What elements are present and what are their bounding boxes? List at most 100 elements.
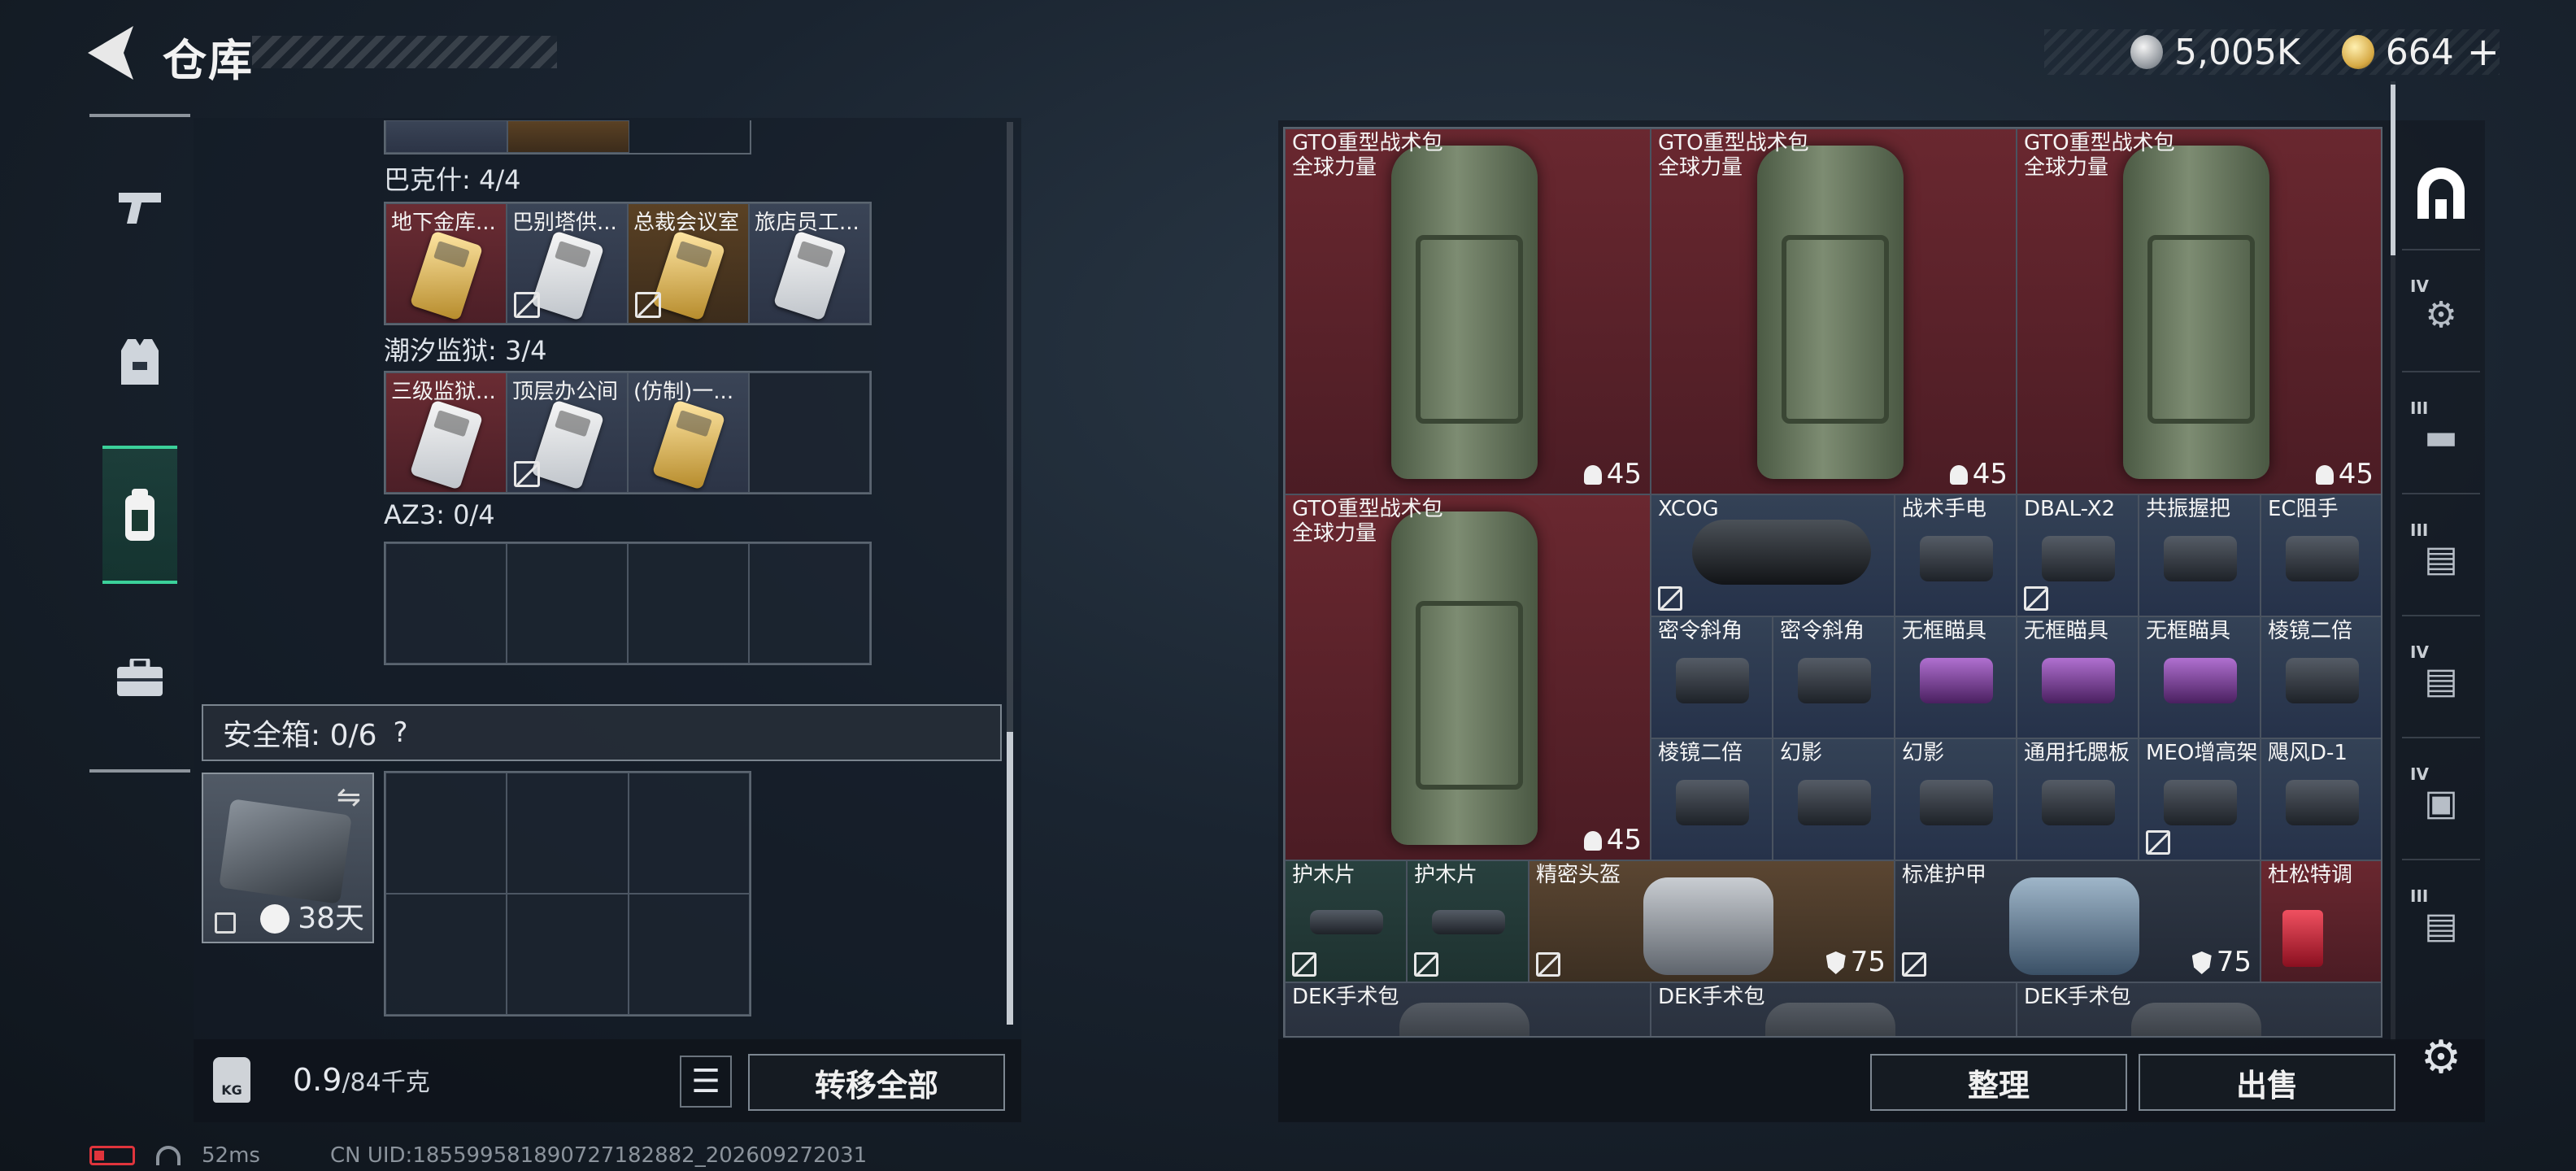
keycard-image: [409, 230, 484, 321]
item-capacity: 45: [1949, 458, 2008, 490]
stash-item[interactable]: 幻影: [1773, 738, 1895, 860]
stash-item-armor[interactable]: 标准护甲 75: [1895, 860, 2261, 982]
stash-item[interactable]: 无框瞄具: [2017, 616, 2139, 738]
stash-item-helmet[interactable]: 精密头盔 75: [1529, 860, 1895, 982]
empty-keycard-slot[interactable]: [385, 543, 507, 664]
title-decoration: [252, 36, 557, 68]
stash-scrollbar-thumb[interactable]: [2391, 85, 2395, 255]
category-tier-button[interactable]: IV ▤: [2402, 625, 2480, 738]
stash-item[interactable]: 密令斜角: [1651, 616, 1773, 738]
left-scrollbar-thumb[interactable]: [1007, 732, 1013, 1025]
item-capacity: 45: [2315, 458, 2374, 490]
keycard-slot[interactable]: 三级监狱...: [385, 372, 507, 493]
swap-icon[interactable]: ⇋: [337, 781, 361, 814]
keycard-slot[interactable]: 旅店员工...: [749, 203, 870, 324]
category-tier-button[interactable]: III ▤: [2402, 868, 2480, 982]
item-name: DEK手术包: [2024, 985, 2131, 1009]
stash-item[interactable]: 飓风D-1: [2261, 738, 2381, 860]
sell-button[interactable]: 出售: [2139, 1054, 2395, 1111]
empty-keycard-slot[interactable]: [628, 543, 749, 664]
item-image: [2286, 536, 2359, 581]
stash-item[interactable]: DBAL-X2: [2017, 494, 2139, 616]
category-tier-button[interactable]: III ▤: [2402, 503, 2480, 616]
list-icon: ☰: [691, 1063, 720, 1100]
backpack-category-button[interactable]: [102, 446, 177, 584]
category-all-button[interactable]: [2402, 137, 2480, 250]
safe-slot[interactable]: [628, 894, 750, 1015]
help-icon[interactable]: ?: [394, 716, 408, 749]
unbound-icon: [1292, 952, 1316, 977]
battery-icon: [89, 1146, 135, 1165]
item-durability: 75: [1825, 946, 1886, 978]
stash-item[interactable]: 共振握把: [2139, 494, 2261, 616]
durability-icon: [1825, 951, 1846, 974]
item-image: [1676, 780, 1749, 825]
keycard-slot[interactable]: 地下金库...: [385, 203, 507, 324]
empty-keycard-slot[interactable]: [749, 372, 870, 493]
toolbox-category-button[interactable]: [102, 608, 177, 747]
stash-item-scope[interactable]: XCOG: [1651, 494, 1895, 616]
stash-item[interactable]: 密令斜角: [1773, 616, 1895, 738]
stash-item-backpack[interactable]: GTO重型战术包 全球力量 45: [1285, 494, 1651, 860]
add-currency-button[interactable]: +: [2467, 29, 2500, 75]
stash-item[interactable]: EC阻手: [2261, 494, 2381, 616]
stash-item[interactable]: 棱镜二倍: [1651, 738, 1773, 860]
item-name: XCOG: [1658, 497, 1719, 521]
category-tier-button[interactable]: III ▬: [2402, 381, 2480, 494]
partial-card[interactable]: [385, 120, 507, 153]
safe-slot[interactable]: [507, 894, 629, 1015]
stash-item[interactable]: 护木片: [1285, 860, 1407, 982]
folder-icon: ▤: [2424, 660, 2458, 702]
keycard-image: [772, 230, 847, 321]
page-title: 仓库: [163, 35, 254, 86]
safe-slot[interactable]: [385, 894, 507, 1015]
safe-box-item[interactable]: ⇋ 38天: [202, 773, 374, 943]
stash-item[interactable]: 护木片: [1407, 860, 1529, 982]
stash-item[interactable]: 无框瞄具: [1895, 616, 2017, 738]
category-tier-button[interactable]: IV ▣: [2402, 747, 2480, 860]
ping-text: 52ms: [202, 1143, 260, 1168]
back-icon[interactable]: [88, 26, 133, 80]
pistol-icon: [119, 193, 161, 224]
stash-item[interactable]: 幻影: [1895, 738, 2017, 860]
safe-slot[interactable]: [628, 773, 750, 894]
list-view-button[interactable]: ☰: [680, 1056, 732, 1108]
stash-item[interactable]: 无框瞄具: [2139, 616, 2261, 738]
keycard-slot[interactable]: (仿制)一...: [628, 372, 749, 493]
transfer-all-button[interactable]: 转移全部: [748, 1054, 1005, 1111]
stash-item-medkit[interactable]: DEK手术包: [2017, 982, 2381, 1036]
stash-item[interactable]: 战术手电: [1895, 494, 2017, 616]
stash-item-backpack[interactable]: GTO重型战术包 全球力量 45: [2017, 128, 2381, 494]
keycard-slot[interactable]: 巴别塔供...: [507, 203, 628, 324]
stash-item[interactable]: 杜松特调: [2261, 860, 2381, 982]
stash-item[interactable]: 棱镜二倍: [2261, 616, 2381, 738]
carry-weight: 0.9/84千克: [293, 1062, 430, 1098]
weapon-category-button[interactable]: [102, 138, 177, 276]
sort-button[interactable]: 整理: [1870, 1054, 2127, 1111]
stash-item-medkit[interactable]: DEK手术包: [1285, 982, 1651, 1036]
stash-item-backpack[interactable]: GTO重型战术包 全球力量 45: [1285, 128, 1651, 494]
keycard-label: 总裁会议室: [633, 211, 740, 235]
folder-icon: ▤: [2424, 904, 2458, 947]
empty-keycard-slot[interactable]: [749, 543, 870, 664]
partial-card[interactable]: [507, 120, 629, 153]
armor-category-button[interactable]: [102, 293, 177, 431]
item-name: 密令斜角: [1780, 619, 1865, 643]
silver-coin-icon: [2130, 35, 2164, 69]
item-name: GTO重型战术包 全球力量: [2024, 131, 2175, 180]
safe-slot[interactable]: [385, 773, 507, 894]
item-image: [2164, 658, 2237, 703]
system-status-bar: 52ms CN UID:18559958189072718288​2_20260…: [89, 1143, 867, 1168]
stash-item-backpack[interactable]: GTO重型战术包 全球力量 45: [1651, 128, 2017, 494]
gear-icon[interactable]: ⚙: [2417, 1031, 2465, 1084]
unbound-icon: [1902, 952, 1926, 977]
safe-slot[interactable]: [507, 773, 629, 894]
empty-keycard-slot[interactable]: [507, 543, 628, 664]
keycard-label: (仿制)一...: [633, 380, 734, 404]
keycard-slot[interactable]: 总裁会议室: [628, 203, 749, 324]
keycard-slot[interactable]: 顶层办公间: [507, 372, 628, 493]
stash-item-medkit[interactable]: DEK手术包: [1651, 982, 2017, 1036]
category-tier-button[interactable]: IV ⚙: [2402, 259, 2480, 372]
stash-item[interactable]: 通用托腮板: [2017, 738, 2139, 860]
stash-item[interactable]: MEO增高架: [2139, 738, 2261, 860]
